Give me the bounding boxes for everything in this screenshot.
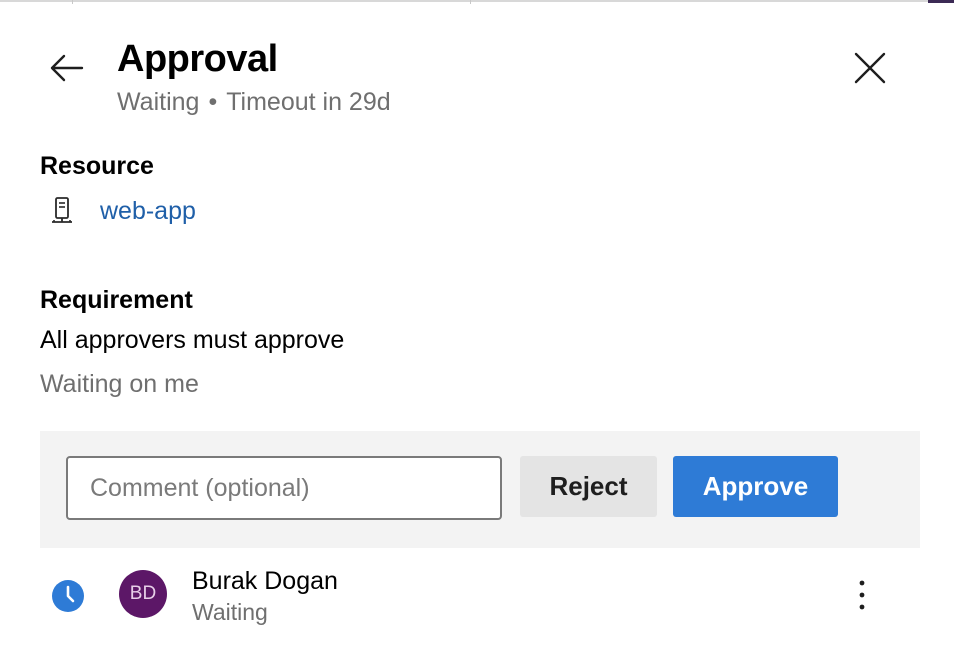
approver-status: Waiting xyxy=(192,599,268,625)
comment-input[interactable] xyxy=(66,456,502,520)
action-panel: Reject Approve xyxy=(40,431,920,548)
page-title: Approval xyxy=(117,38,278,80)
approval-panel: Approval Waiting • Timeout in 29d Resource… xyxy=(0,0,954,662)
approve-button[interactable]: Approve xyxy=(673,456,838,517)
requirement-heading: Requirement xyxy=(40,286,193,314)
back-button[interactable] xyxy=(44,48,88,88)
more-vertical-icon xyxy=(859,580,865,610)
resource-link[interactable]: web-app xyxy=(100,197,196,226)
close-icon xyxy=(854,52,886,84)
avatar: BD xyxy=(119,570,167,618)
separator-dot: • xyxy=(208,88,218,116)
more-options-button[interactable] xyxy=(846,574,878,616)
waiting-on-me-text: Waiting on me xyxy=(40,370,199,398)
close-button[interactable] xyxy=(848,46,892,90)
timeout-text: Timeout in 29d xyxy=(226,88,391,116)
approval-subtitle: Waiting • Timeout in 29d xyxy=(117,88,391,117)
clock-icon xyxy=(52,580,84,612)
resource-row: web-app xyxy=(48,196,196,226)
approver-name: Burak Dogan xyxy=(192,567,338,595)
approver-row: BD Burak Dogan Waiting xyxy=(40,550,920,650)
reject-button[interactable]: Reject xyxy=(520,456,657,517)
arrow-left-icon xyxy=(50,54,84,82)
server-icon xyxy=(48,196,76,226)
resource-heading: Resource xyxy=(40,152,154,180)
top-border xyxy=(0,0,954,4)
requirement-text: All approvers must approve xyxy=(40,326,345,354)
approval-status: Waiting xyxy=(117,88,200,116)
